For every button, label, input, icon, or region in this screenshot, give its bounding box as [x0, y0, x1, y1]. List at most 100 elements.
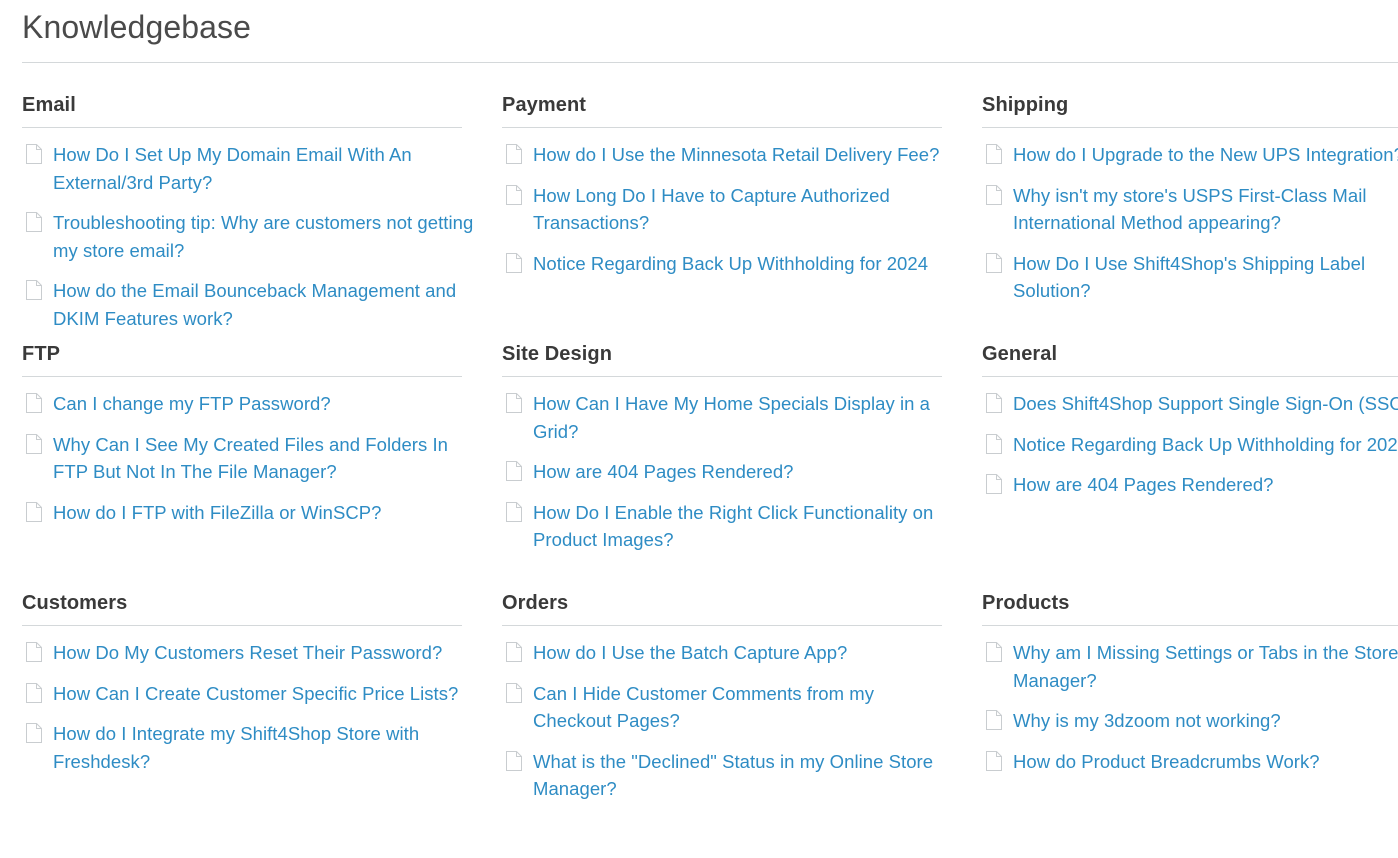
section-title: Customers [22, 592, 128, 614]
section-title: Site Design [502, 343, 613, 365]
article-list: How Do My Customers Reset Their Password… [22, 626, 480, 775]
article-list: How do I Upgrade to the New UPS Integrat… [982, 128, 1398, 305]
list-item: How do I FTP with FileZilla or WinSCP? [22, 499, 480, 527]
article-link[interactable]: How Do I Use Shift4Shop's Shipping Label… [1013, 250, 1398, 305]
list-item: Notice Regarding Back Up Withholding for… [982, 431, 1398, 459]
article-link[interactable]: Why Can I See My Created Files and Folde… [53, 431, 477, 486]
document-page-icon [26, 393, 42, 413]
kb-section: Payment How do I Use the Minnesota Retail… [502, 94, 960, 343]
list-item: How Do I Enable the Right Click Function… [502, 499, 960, 554]
article-link[interactable]: Can I change my FTP Password? [53, 390, 331, 418]
document-page-icon [26, 642, 42, 662]
list-item: Can I change my FTP Password? [22, 390, 480, 418]
list-item: How Do My Customers Reset Their Password… [22, 639, 480, 667]
list-item: How are 404 Pages Rendered? [502, 458, 960, 486]
list-item: How are 404 Pages Rendered? [982, 471, 1398, 499]
article-list: Can I change my FTP Password? Why Can I S… [22, 377, 480, 526]
article-link[interactable]: Notice Regarding Back Up Withholding for… [533, 250, 928, 278]
document-page-icon [26, 144, 42, 164]
document-page-icon [506, 393, 522, 413]
list-item: How Can I Create Customer Specific Price… [22, 680, 480, 708]
document-page-icon [986, 393, 1002, 413]
kb-section: Products Why am I Missing Settings or Tab… [982, 592, 1398, 841]
article-link[interactable]: Why is my 3dzoom not working? [1013, 707, 1281, 735]
article-link[interactable]: How Do I Set Up My Domain Email With An … [53, 141, 477, 196]
document-page-icon [986, 710, 1002, 730]
kb-section: Email How Do I Set Up My Domain Email Wit… [22, 94, 480, 343]
section-title: Email [22, 94, 76, 116]
list-item: How do the Email Bounceback Management a… [22, 277, 480, 332]
section-title: General [982, 343, 1058, 365]
article-link[interactable]: How Long Do I Have to Capture Authorized… [533, 182, 957, 237]
document-page-icon [506, 750, 522, 771]
article-list: Why am I Missing Settings or Tabs in the… [982, 626, 1398, 775]
document-page-icon [26, 501, 42, 522]
kb-section: FTP Can I change my FTP Password? Why Can … [22, 343, 480, 592]
document-page-icon [986, 750, 1002, 771]
article-link[interactable]: How Do I Enable the Right Click Function… [533, 499, 957, 554]
article-link[interactable]: How are 404 Pages Rendered? [533, 458, 794, 486]
document-page-icon [986, 184, 1002, 205]
article-link[interactable]: Why isn't my store's USPS First-Class Ma… [1013, 182, 1398, 237]
article-link[interactable]: How Do My Customers Reset Their Password… [53, 639, 442, 667]
section-title: Payment [502, 94, 587, 116]
list-item: Why isn't my store's USPS First-Class Ma… [982, 182, 1398, 237]
article-list: How do I Use the Batch Capture App? Can I… [502, 626, 960, 803]
article-link[interactable]: Can I Hide Customer Comments from my Che… [533, 680, 957, 735]
document-page-icon [986, 642, 1002, 662]
document-page-icon [26, 723, 42, 743]
article-link[interactable]: How do I Integrate my Shift4Shop Store w… [53, 720, 477, 775]
document-page-icon [26, 682, 42, 703]
list-item: Can I Hide Customer Comments from my Che… [502, 680, 960, 735]
list-item: What is the "Declined" Status in my Onli… [502, 748, 960, 803]
list-item: How do I Use the Batch Capture App? [502, 639, 960, 667]
kb-section: Customers How Do My Customers Reset Their… [22, 592, 480, 841]
kb-section: Shipping How do I Upgrade to the New UPS … [982, 94, 1398, 343]
title-divider [22, 62, 1398, 63]
list-item: How Can I Have My Home Specials Display … [502, 390, 960, 445]
list-item: How do I Integrate my Shift4Shop Store w… [22, 720, 480, 775]
document-page-icon [506, 682, 522, 703]
section-title: FTP [22, 343, 61, 365]
list-item: Does Shift4Shop Support Single Sign-On (… [982, 390, 1398, 418]
list-item: How Do I Use Shift4Shop's Shipping Label… [982, 250, 1398, 305]
list-item: Why Can I See My Created Files and Folde… [22, 431, 480, 486]
article-link[interactable]: How do I Use the Batch Capture App? [533, 639, 847, 667]
article-link[interactable]: How do I FTP with FileZilla or WinSCP? [53, 499, 381, 527]
article-link[interactable]: How do Product Breadcrumbs Work? [1013, 748, 1320, 776]
document-page-icon [986, 433, 1002, 454]
document-page-icon [26, 433, 42, 454]
article-link[interactable]: How do the Email Bounceback Management a… [53, 277, 477, 332]
kb-section: Orders How do I Use the Batch Capture App… [502, 592, 960, 841]
document-page-icon [506, 184, 522, 205]
article-link[interactable]: How do I Upgrade to the New UPS Integrat… [1013, 141, 1398, 169]
document-page-icon [986, 252, 1002, 273]
article-link[interactable]: What is the "Declined" Status in my Onli… [533, 748, 957, 803]
article-link[interactable]: How Can I Create Customer Specific Price… [53, 680, 458, 708]
article-link[interactable]: Does Shift4Shop Support Single Sign-On (… [1013, 390, 1398, 418]
article-link[interactable]: How are 404 Pages Rendered? [1013, 471, 1274, 499]
article-link[interactable]: How do I Use the Minnesota Retail Delive… [533, 141, 939, 169]
list-item: How Do I Set Up My Domain Email With An … [22, 141, 480, 196]
list-item: Why is my 3dzoom not working? [982, 707, 1398, 735]
list-item: How do Product Breadcrumbs Work? [982, 748, 1398, 776]
article-link[interactable]: Troubleshooting tip: Why are customers n… [53, 209, 477, 264]
article-list: How Do I Set Up My Domain Email With An … [22, 128, 480, 332]
document-page-icon [986, 474, 1002, 494]
list-item: Notice Regarding Back Up Withholding for… [502, 250, 960, 278]
document-page-icon [26, 212, 42, 232]
list-item: How Long Do I Have to Capture Authorized… [502, 182, 960, 237]
article-link[interactable]: Why am I Missing Settings or Tabs in the… [1013, 639, 1398, 694]
article-link[interactable]: How Can I Have My Home Specials Display … [533, 390, 957, 445]
page-title: Knowledgebase [22, 9, 252, 45]
article-link[interactable]: Notice Regarding Back Up Withholding for… [1013, 431, 1398, 459]
document-page-icon [506, 461, 522, 481]
list-item: How do I Use the Minnesota Retail Delive… [502, 141, 960, 169]
article-list: Does Shift4Shop Support Single Sign-On (… [982, 377, 1398, 499]
knowledgebase-page: Knowledgebase Email How Do I Set Up My Do… [0, 0, 1398, 858]
document-page-icon [506, 501, 522, 522]
list-item: Why am I Missing Settings or Tabs in the… [982, 639, 1398, 694]
kb-section: General Does Shift4Shop Support Single Si… [982, 343, 1398, 592]
document-page-icon [506, 642, 522, 662]
section-title: Products [982, 592, 1070, 614]
